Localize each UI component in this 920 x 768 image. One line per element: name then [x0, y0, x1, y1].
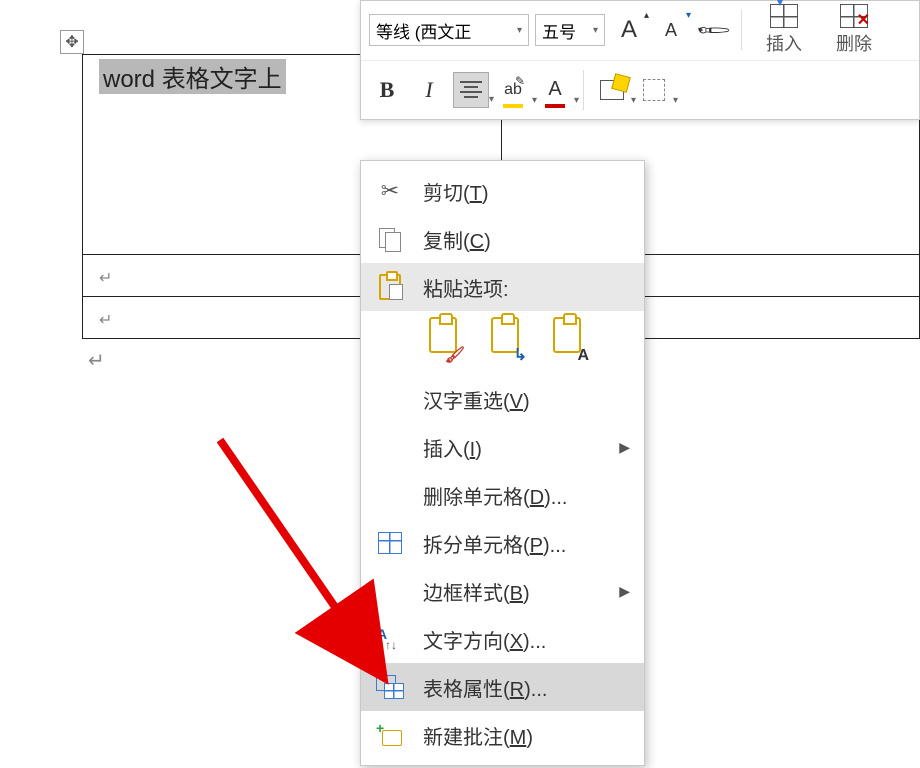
paste-options-row: 🖌 ↳ A — [361, 311, 644, 375]
brush-icon: 🖌 — [694, 11, 732, 49]
menu-label: 表格属性(R)... — [423, 673, 547, 702]
grow-font-button[interactable]: A▴ — [611, 12, 647, 48]
pen-icon: ✎ — [515, 74, 525, 88]
chevron-right-icon: ▶ — [619, 583, 630, 600]
paste-icon — [375, 273, 405, 301]
menu-label: 插入(I) — [423, 433, 482, 462]
chevron-down-icon: ▾ — [489, 94, 494, 105]
return-mark: ↵ — [99, 312, 112, 329]
menu-label: 剪切(T) — [423, 177, 489, 206]
align-center-icon — [460, 81, 482, 98]
brush-icon: 🖌 — [445, 345, 465, 365]
menu-label: 删除单元格(D)... — [423, 481, 567, 510]
font-name-combo[interactable]: 等线 (西文正 ▾ — [369, 14, 529, 46]
menu-label: 粘贴选项: — [423, 273, 509, 302]
text-direction-icon: A↓↑↓ — [375, 625, 405, 653]
menu-copy[interactable]: 复制(C) — [361, 215, 644, 263]
paragraph-mark: ↵ — [88, 348, 105, 373]
chevron-down-icon: ▾ — [517, 25, 522, 36]
context-menu: ✂ 剪切(T) 复制(C) 粘贴选项: 🖌 ↳ A 汉字重选(V) 插入(I) … — [360, 160, 645, 766]
font-size-value: 五号 — [542, 18, 576, 43]
table-properties-icon — [375, 673, 405, 701]
table-move-handle[interactable]: ✥ — [60, 30, 84, 54]
font-color-button[interactable]: A ▾ — [537, 72, 573, 108]
delete-table-group[interactable]: ✕ 删除 — [822, 4, 886, 56]
menu-label: 边框样式(B) — [423, 577, 530, 606]
font-size-combo[interactable]: 五号 ▾ — [535, 14, 605, 46]
insert-label: 插入 — [766, 30, 802, 56]
paste-keep-source-button[interactable]: 🖌 — [421, 317, 465, 365]
insert-table-group[interactable]: 插入 — [752, 4, 816, 56]
return-mark: ↵ — [99, 270, 112, 287]
text-a-icon: A — [577, 347, 589, 365]
chevron-right-icon: ▶ — [619, 439, 630, 456]
menu-split-cells[interactable]: 拆分单元格(P)... — [361, 519, 644, 567]
chevron-down-icon: ▾ — [673, 95, 678, 106]
chevron-down-icon: ▾ — [574, 95, 579, 106]
shading-button[interactable]: ▾ — [594, 72, 630, 108]
menu-delete-cells[interactable]: 删除单元格(D)... — [361, 471, 644, 519]
menu-cut[interactable]: ✂ 剪切(T) — [361, 167, 644, 215]
chevron-down-icon: ▾ — [593, 25, 598, 36]
merge-arrow-icon: ↳ — [514, 345, 527, 365]
menu-label: 文字方向(X)... — [423, 625, 546, 654]
menu-label: 新建批注(M) — [423, 721, 533, 750]
copy-icon — [375, 225, 405, 253]
paste-merge-button[interactable]: ↳ — [483, 317, 527, 365]
scissors-icon: ✂ — [375, 177, 405, 205]
delete-label: 删除 — [836, 30, 872, 56]
bold-button[interactable]: B — [369, 72, 405, 108]
table-insert-icon — [770, 4, 798, 28]
table-delete-icon: ✕ — [840, 4, 868, 28]
menu-text-direction[interactable]: A↓↑↓ 文字方向(X)... — [361, 615, 644, 663]
new-comment-icon — [375, 721, 405, 749]
cell-highlighted-text[interactable]: word 表格文字上 — [99, 59, 286, 94]
menu-label: 复制(C) — [423, 225, 491, 254]
menu-border-styles[interactable]: 边框样式(B) ▶ — [361, 567, 644, 615]
mini-toolbar: 等线 (西文正 ▾ 五号 ▾ A▴ A▾ 🖌 插入 ✕ 删除 B I ▾ ab ✎ … — [360, 0, 920, 120]
menu-label: 拆分单元格(P)... — [423, 529, 566, 558]
italic-button[interactable]: I — [411, 72, 447, 108]
font-name-value: 等线 (西文正 — [376, 18, 471, 43]
table-icon — [375, 529, 405, 557]
highlight-button[interactable]: ab ✎ ▾ — [495, 72, 531, 108]
border-icon — [643, 79, 665, 101]
menu-label: 汉字重选(V) — [423, 385, 530, 414]
menu-table-properties[interactable]: 表格属性(R)... — [361, 663, 644, 711]
paint-bucket-icon — [600, 80, 624, 100]
shrink-font-button[interactable]: A▾ — [653, 12, 689, 48]
menu-new-comment[interactable]: 新建批注(M) — [361, 711, 644, 759]
menu-insert[interactable]: 插入(I) ▶ — [361, 423, 644, 471]
format-painter-button[interactable]: 🖌 — [688, 5, 739, 56]
align-button[interactable]: ▾ — [453, 72, 489, 108]
paste-text-only-button[interactable]: A — [545, 317, 589, 365]
borders-button[interactable]: ▾ — [636, 72, 672, 108]
menu-paste-options-heading: 粘贴选项: — [361, 263, 644, 311]
menu-ime-reconvert[interactable]: 汉字重选(V) — [361, 375, 644, 423]
